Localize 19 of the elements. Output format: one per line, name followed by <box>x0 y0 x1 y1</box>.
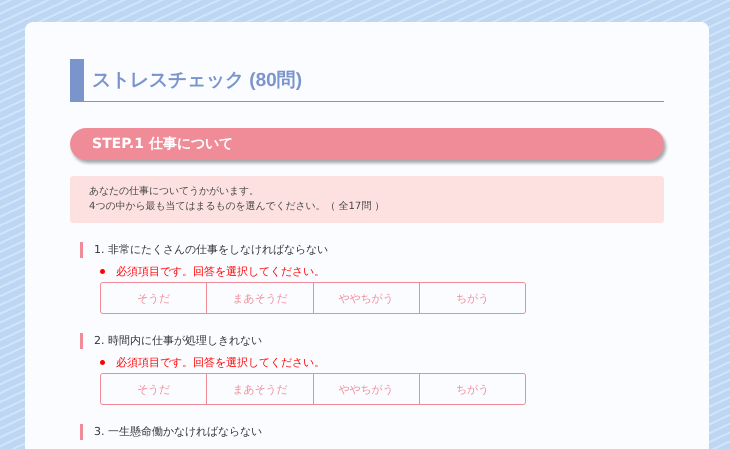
instruction-text: 4つの中から最も当てはまるものを選んでください。（ 全17問 ） <box>89 200 386 214</box>
answer-option[interactable]: ちがう <box>418 283 525 313</box>
answer-option[interactable]: そうだ <box>101 283 206 313</box>
question-text: 2. 時間内に仕事が処理しきれない <box>80 333 664 349</box>
error-message: 必須項目です。回答を選択してください。 <box>116 354 325 370</box>
page-title: ストレスチェック (80問) <box>92 69 302 93</box>
answer-option[interactable]: まあそうだ <box>206 283 312 313</box>
bullet-icon <box>100 360 105 364</box>
instruction-text: あなたの仕事についてうかがいます。 <box>89 184 260 199</box>
answer-option[interactable]: ちがう <box>418 374 525 404</box>
answer-option[interactable]: ややちがう <box>312 374 419 404</box>
step-banner: STEP.1 仕事について <box>70 128 664 160</box>
question-text: 1. 非常にたくさんの仕事をしなければならない <box>80 242 664 258</box>
answer-option[interactable]: まあそうだ <box>206 374 312 404</box>
question-text: 3. 一生懸命働かなければならない <box>80 424 664 440</box>
answer-option[interactable]: そうだ <box>101 374 206 404</box>
error-message: 必須項目です。回答を選択してください。 <box>116 264 325 278</box>
answer-option[interactable]: ややちがう <box>312 283 419 313</box>
bullet-icon <box>100 268 105 274</box>
